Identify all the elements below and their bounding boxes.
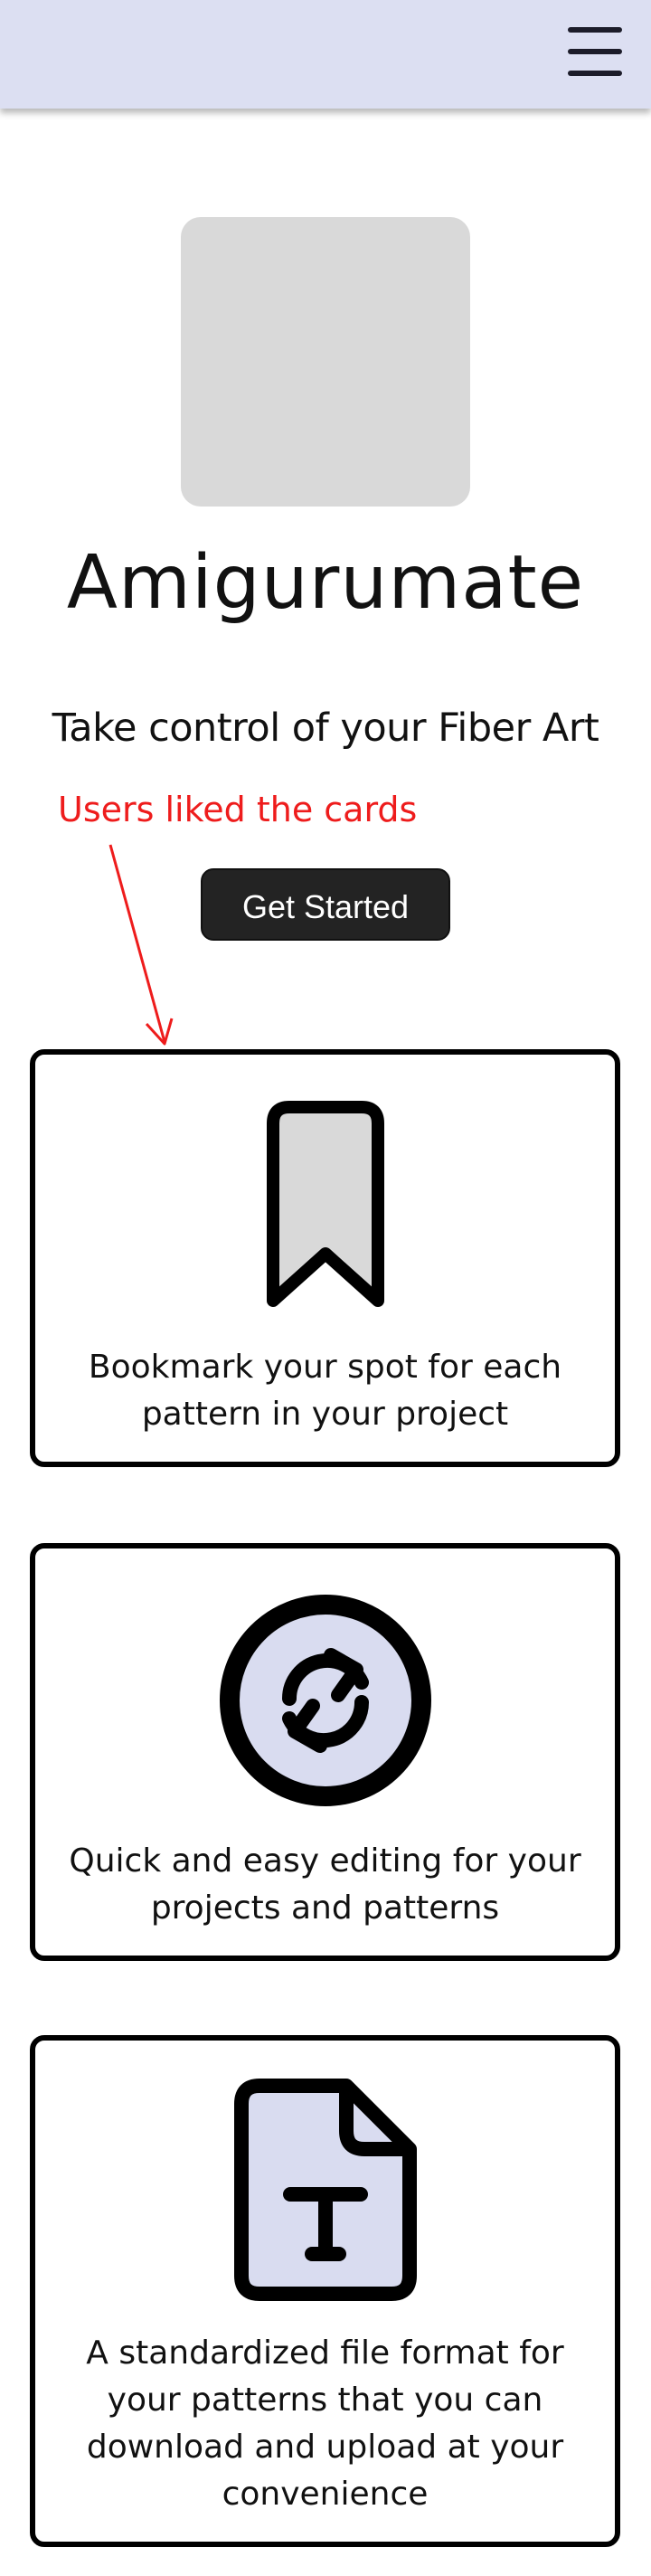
annotation-note: Users liked the cards (58, 790, 418, 829)
menu-line (568, 71, 622, 76)
sync-icon (35, 1592, 615, 1809)
feature-text: Bookmark your spot for each pattern in y… (88, 1349, 562, 1433)
logo-placeholder (181, 217, 470, 507)
get-started-button[interactable]: Get Started (201, 868, 450, 941)
feature-card-file-format[interactable]: A standardized file format for your patt… (30, 2035, 620, 2547)
hamburger-menu-icon[interactable] (564, 22, 627, 85)
feature-card-editing[interactable]: Quick and easy editing for your projects… (30, 1543, 620, 1961)
bookmark-icon (35, 1100, 615, 1310)
tagline: Take control of your Fiber Art (52, 706, 599, 751)
feature-text: A standardized file format for your patt… (86, 2334, 564, 2513)
top-bar (0, 0, 651, 109)
feature-text: Quick and easy editing for your projects… (69, 1842, 581, 1927)
annotation-arrow (108, 844, 174, 1046)
text-file-icon (35, 2077, 615, 2305)
app-title: Amigurumate (66, 540, 585, 626)
menu-line (568, 27, 622, 33)
feature-card-bookmark[interactable]: Bookmark your spot for each pattern in y… (30, 1049, 620, 1467)
menu-line (568, 49, 622, 54)
